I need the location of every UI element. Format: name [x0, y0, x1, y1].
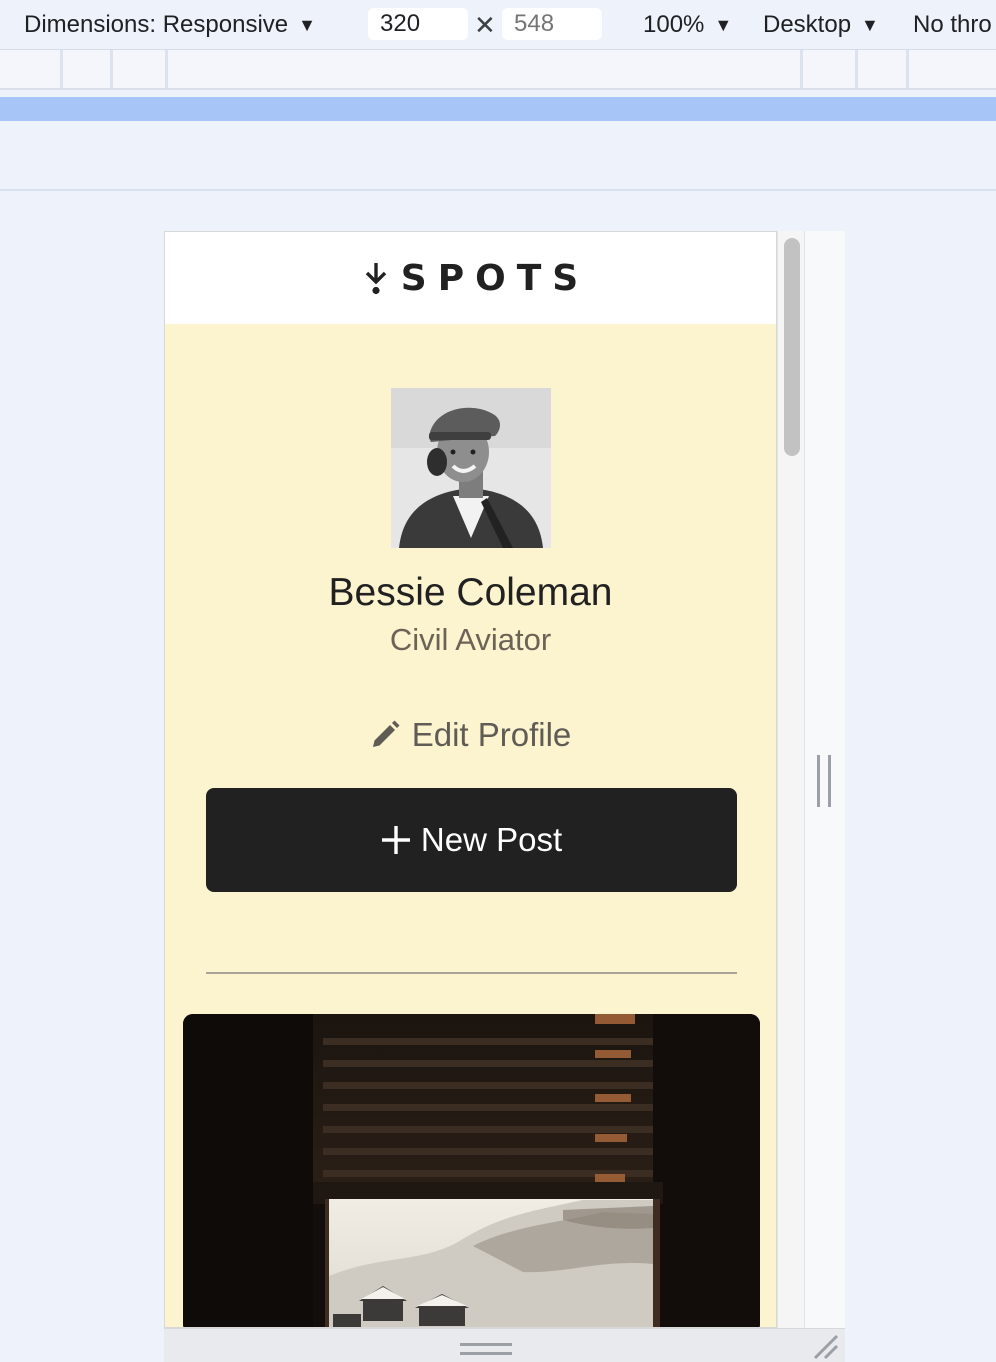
profile-name: Bessie Coleman	[328, 571, 613, 614]
devtools-toolbar: Dimensions: Responsive ▼ ✕ 100% ▼ Desktop ▼…	[0, 0, 996, 50]
times-icon: ✕	[474, 10, 496, 40]
zoom-dropdown[interactable]: 100% ▼	[643, 10, 732, 40]
dimensions-dropdown[interactable]: Dimensions: Responsive ▼	[24, 10, 316, 40]
resize-handle-bottom-icon[interactable]	[460, 1343, 512, 1355]
avatar	[390, 388, 551, 548]
ruler-tick[interactable]	[800, 50, 803, 88]
zoom-label: 100%	[643, 11, 705, 38]
ruler-tick[interactable]	[110, 50, 113, 88]
ruler-tick[interactable]	[855, 50, 858, 88]
throttle-dropdown[interactable]: No thro	[913, 10, 992, 40]
device-viewport: SPOTS Bessie Coleman Civil Aviator Edit …	[164, 231, 777, 1328]
logo-arrow-icon	[365, 263, 386, 295]
profile-role: Civil Aviator	[389, 622, 552, 657]
resize-handle-right-icon[interactable]	[817, 755, 831, 807]
site-header: SPOTS	[165, 232, 776, 324]
corner-resize-icon[interactable]	[811, 1332, 839, 1360]
new-post-label: New Post	[420, 821, 563, 858]
edit-profile-button[interactable]: Edit Profile	[165, 712, 776, 758]
media-query-ruler	[0, 50, 996, 90]
post-card-image[interactable]	[183, 1014, 760, 1327]
profile-section: Bessie Coleman Civil Aviator Edit Profil…	[165, 324, 776, 758]
new-post-button[interactable]: New Post	[206, 788, 737, 892]
scrollbar-thumb[interactable]	[784, 238, 800, 456]
divider	[0, 189, 996, 191]
bottom-resize-bar[interactable]	[164, 1328, 845, 1362]
section-divider	[206, 972, 737, 974]
device-type-dropdown[interactable]: Desktop ▼	[763, 10, 879, 40]
post-image	[183, 1014, 760, 1327]
throttle-label: No thro	[913, 11, 992, 38]
media-query-bar[interactable]	[0, 97, 996, 121]
ruler-tick[interactable]	[906, 50, 909, 88]
pencil-icon	[372, 720, 400, 747]
edit-profile-label: Edit Profile	[411, 716, 572, 753]
dimensions-label: Dimensions: Responsive	[24, 11, 289, 38]
site-logo[interactable]: SPOTS	[363, 258, 578, 299]
height-input[interactable]	[502, 8, 602, 40]
width-input[interactable]	[368, 8, 468, 40]
logo-text: SPOTS	[400, 257, 590, 299]
device-type-label: Desktop	[763, 11, 852, 38]
dropdown-caret-icon: ▼	[714, 15, 733, 35]
dropdown-caret-icon: ▼	[298, 15, 316, 35]
ruler-tick[interactable]	[60, 50, 63, 88]
ruler-tick[interactable]	[165, 50, 168, 88]
plus-icon	[381, 826, 410, 854]
dropdown-caret-icon: ▼	[861, 15, 879, 35]
